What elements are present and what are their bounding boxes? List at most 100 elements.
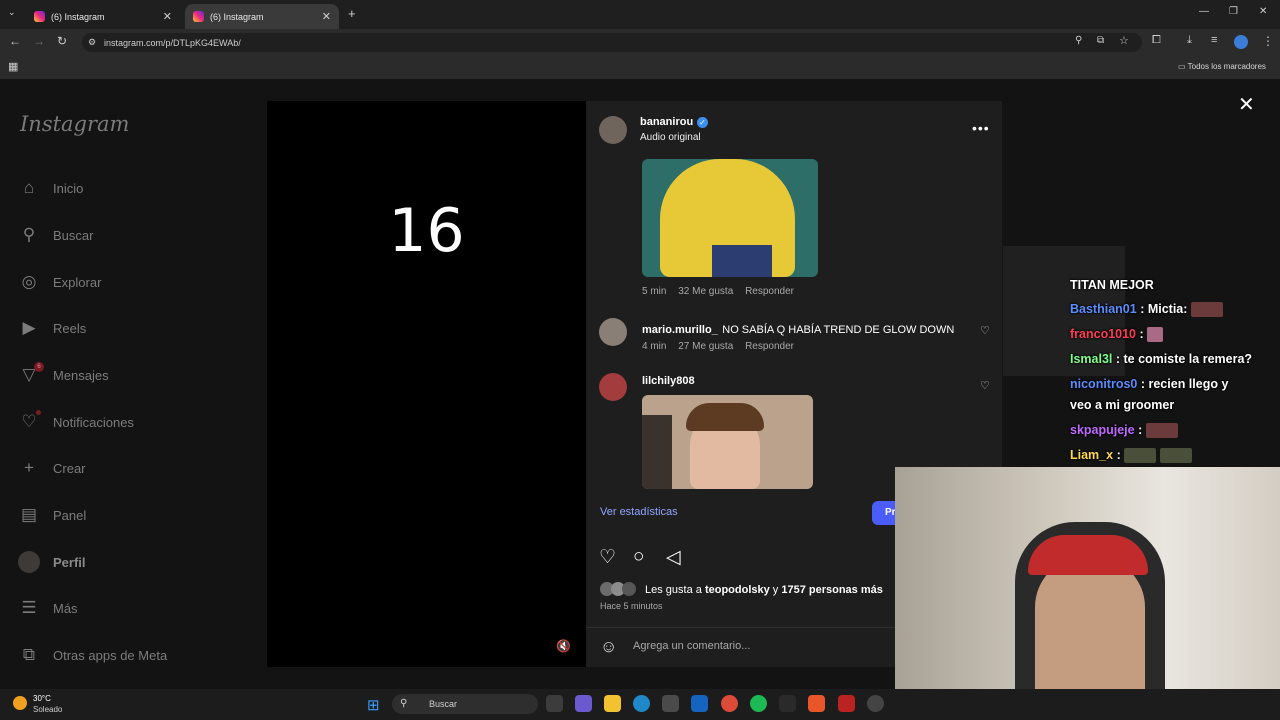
weather-sun-icon[interactable] (13, 696, 27, 710)
chat-line: veo a mi groomer (1070, 398, 1174, 412)
chat-line: skpapujeje : (1070, 423, 1178, 439)
minimize-icon[interactable]: — (1199, 6, 1209, 17)
close-icon[interactable]: ✕ (1238, 92, 1255, 117)
media-icon[interactable]: ≡ (1211, 34, 1217, 46)
app-icon[interactable] (808, 695, 825, 712)
chrome-icon[interactable] (721, 695, 738, 712)
weather-description[interactable]: Soleado (33, 705, 62, 714)
close-tab-icon[interactable]: ✕ (163, 10, 172, 23)
comment-bubble-icon[interactable]: ○ (633, 546, 644, 568)
task-view-icon[interactable] (546, 695, 563, 712)
all-bookmarks[interactable]: ▭ Todos los marcadores (1178, 62, 1266, 71)
app-icon[interactable] (779, 695, 796, 712)
store-icon[interactable] (662, 695, 679, 712)
edge-icon[interactable] (633, 695, 650, 712)
author-username[interactable]: bananirou (640, 116, 693, 128)
taskbar-search[interactable]: ⚲ Buscar (392, 694, 538, 714)
comment-input[interactable]: Agrega un comentario... (633, 640, 750, 652)
commenter-username[interactable]: lilchily808 (642, 375, 695, 387)
downloads-icon[interactable]: ⤓ (1187, 34, 1192, 47)
sidebar-item-crear[interactable]: + Crear (18, 454, 85, 482)
view-insights-link[interactable]: Ver estadísticas (600, 506, 678, 518)
windows-start-icon[interactable]: ⊞ (367, 696, 380, 714)
audio-label[interactable]: Audio original (640, 132, 701, 143)
sidebar-item-label: Inicio (53, 180, 84, 196)
like-comment-heart-icon[interactable]: ♡ (980, 379, 990, 392)
avatar (622, 582, 636, 596)
bookmark-star-icon[interactable]: ☆ (1119, 34, 1129, 47)
comment-likes[interactable]: 32 Me gusta (678, 286, 733, 297)
outlook-icon[interactable] (691, 695, 708, 712)
share-send-icon[interactable]: ◁ (666, 546, 681, 569)
close-window-icon[interactable]: ✕ (1259, 6, 1267, 17)
comment-meta: 4 min 27 Me gusta Responder (642, 341, 803, 352)
muted-speaker-icon[interactable]: 🔇 (556, 639, 571, 653)
sidebar-item-inicio[interactable]: ⌂ Inicio (18, 174, 84, 202)
like-comment-heart-icon[interactable]: ♡ (980, 324, 990, 337)
author-avatar[interactable] (599, 116, 627, 144)
like-heart-icon[interactable]: ♡ (599, 546, 616, 569)
apps-grid-icon[interactable]: ▦ (8, 60, 18, 73)
reply-button[interactable]: Responder (745, 286, 794, 297)
chat-line: franco1010 : (1070, 327, 1164, 343)
weather-temperature[interactable]: 30°C (33, 694, 51, 703)
chat-line: Basthian01 : Mictia: (1070, 302, 1223, 318)
chat-text: : (1138, 423, 1143, 437)
commenter-avatar[interactable] (599, 373, 627, 401)
sidebar-item-reels[interactable]: ▶ Reels (18, 314, 86, 342)
sidebar-item-perfil[interactable]: Perfil (18, 548, 86, 576)
chat-line: Liam_x : (1070, 448, 1192, 464)
tab-list-icon[interactable]: ⌄ (8, 7, 16, 18)
compass-icon: ◎ (21, 272, 37, 291)
app-icon[interactable] (867, 695, 884, 712)
emoji-icon[interactable]: ☺ (600, 637, 617, 657)
site-info-icon[interactable]: ⚙ (88, 37, 96, 48)
more-options-icon[interactable]: ••• (972, 120, 990, 136)
sidebar-item-panel[interactable]: ▤ Panel (18, 501, 86, 529)
address-bar[interactable]: ⚙ instagram.com/p/DTLpKG4EWAb/ (82, 33, 1142, 52)
spotify-icon[interactable] (750, 695, 767, 712)
zoom-icon[interactable]: ⚲ (1075, 35, 1082, 46)
reload-icon[interactable]: ↻ (57, 34, 67, 48)
menu-dots-icon[interactable]: ⋮ (1262, 34, 1274, 48)
chat-line: niconitros0 : recien llego y (1070, 377, 1228, 391)
close-tab-icon[interactable]: ✕ (322, 10, 331, 23)
reels-icon: ▶ (22, 318, 36, 337)
reply-button[interactable]: Responder (745, 341, 794, 352)
profile-avatar[interactable] (1234, 35, 1248, 49)
chat-text: : (1116, 448, 1121, 462)
app-icon[interactable] (838, 695, 855, 712)
sidebar-item-explorar[interactable]: ◎ Explorar (18, 268, 102, 296)
install-icon[interactable]: ⧉ (1097, 35, 1104, 46)
sidebar-item-buscar[interactable]: ⚲ Buscar (18, 221, 94, 249)
stream-chat-overlay: TITAN MEJOR Basthian01 : Mictia: franco1… (1064, 278, 1280, 466)
comment-likes[interactable]: 27 Me gusta (678, 341, 733, 352)
extensions-icon[interactable]: ⧠ (1152, 34, 1161, 47)
copilot-icon[interactable] (575, 695, 592, 712)
meta-apps-icon: ⧉ (22, 645, 36, 664)
sidebar-item-mensajes[interactable]: ▽ Mensajes (18, 361, 108, 389)
browser-tab[interactable]: (6) Instagram ✕ (26, 4, 180, 29)
emote-icon (1147, 327, 1164, 343)
likes-summary[interactable]: Les gusta a teopodolsky y 1757 personas … (645, 584, 883, 596)
sidebar-item-mas[interactable]: ☰ Más (18, 594, 78, 622)
instagram-logo[interactable]: Instagram (20, 112, 129, 136)
reel-video[interactable] (267, 101, 586, 667)
back-icon[interactable]: ← (9, 34, 21, 48)
commenter-avatar[interactable] (599, 318, 627, 346)
restore-icon[interactable]: ❐ (1229, 6, 1238, 17)
home-icon: ⌂ (23, 178, 35, 197)
comment-gif-image (642, 395, 813, 489)
new-tab-icon[interactable]: + (348, 6, 356, 21)
chat-user: Liam_x (1070, 448, 1114, 462)
likes-count[interactable]: 1757 personas más (781, 584, 883, 596)
sidebar-item-otras-apps[interactable]: ⧉ Otras apps de Meta (18, 641, 167, 669)
sidebar-item-label: Notificaciones (53, 414, 134, 430)
browser-tab-active[interactable]: (6) Instagram ✕ (185, 4, 339, 29)
sidebar-item-label: Más (53, 600, 78, 616)
forward-icon[interactable]: → (33, 34, 45, 48)
likes-user[interactable]: teopodolsky (705, 584, 770, 596)
chat-header: TITAN MEJOR (1070, 278, 1154, 292)
file-explorer-icon[interactable] (604, 695, 621, 712)
commenter-username[interactable]: mario.murillo_ (642, 324, 718, 336)
